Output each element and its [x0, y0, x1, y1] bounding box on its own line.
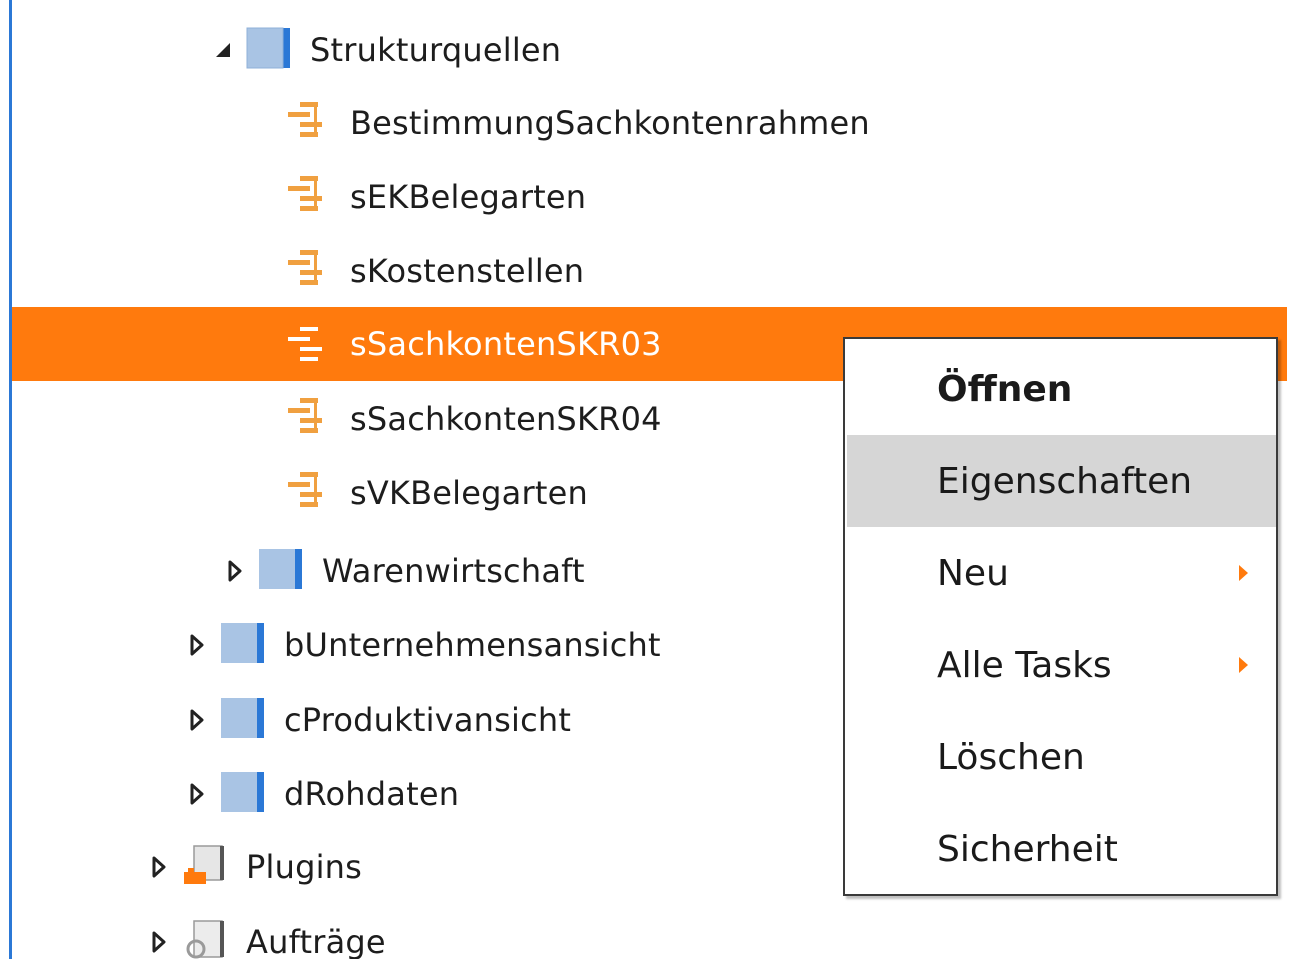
menu-item-loeschen[interactable]: Löschen [847, 711, 1276, 803]
menu-item-label: Sicherheit [937, 828, 1118, 870]
plugin-icon [182, 842, 228, 892]
tree-item-label: sKostenstellen [350, 252, 585, 290]
jobs-icon [182, 917, 228, 959]
tree-item-bestimmungsachkontenrahmen[interactable]: BestimmungSachkontenrahmen [12, 86, 1287, 160]
tree-item-label: sEKBelegarten [350, 178, 587, 216]
menu-item-label: Alle Tasks [937, 644, 1112, 686]
folder-icon [220, 620, 266, 670]
context-menu: Öffnen Eigenschaften Neu Alle Tasks Lösc… [843, 337, 1278, 896]
tree-item-strukturquellen[interactable]: Strukturquellen [12, 13, 1287, 87]
menu-item-sicherheit[interactable]: Sicherheit [847, 803, 1276, 895]
expanded-triangle-icon[interactable] [210, 30, 236, 70]
tree-item-skostenstellen[interactable]: sKostenstellen [12, 234, 1287, 308]
tree-item-label: Aufträge [246, 923, 386, 959]
tree-item-label: dRohdaten [284, 775, 460, 813]
folder-icon [220, 769, 266, 819]
tree-item-label: BestimmungSachkontenrahmen [350, 104, 870, 142]
collapsed-triangle-icon[interactable] [184, 625, 210, 665]
menu-item-label: Neu [937, 552, 1009, 594]
folder-icon [258, 546, 304, 596]
tree-item-label: sSachkontenSKR04 [350, 400, 662, 438]
structure-source-icon [286, 468, 332, 518]
menu-item-label: Öffnen [937, 368, 1073, 410]
tree-panel: Strukturquellen BestimmungSachkontenrahm… [0, 0, 1312, 959]
tree-item-label: bUnternehmensansicht [284, 626, 661, 664]
menu-item-eigenschaften[interactable]: Eigenschaften [847, 435, 1276, 527]
structure-source-icon [286, 394, 332, 444]
folder-icon [246, 25, 292, 75]
menu-item-label: Löschen [937, 736, 1085, 778]
tree-item-label: Strukturquellen [310, 31, 562, 69]
collapsed-triangle-icon[interactable] [184, 774, 210, 814]
tree-item-label: Warenwirtschaft [322, 552, 585, 590]
tree-item-label: cProduktivansicht [284, 701, 572, 739]
structure-source-icon [286, 98, 332, 148]
structure-source-icon [286, 246, 332, 296]
tree-item-auftraege[interactable]: Aufträge [12, 905, 1287, 959]
structure-source-icon [286, 319, 332, 369]
collapsed-triangle-icon[interactable] [146, 847, 172, 887]
submenu-arrow-icon [1239, 565, 1248, 581]
menu-item-alle-tasks[interactable]: Alle Tasks [847, 619, 1276, 711]
menu-item-neu[interactable]: Neu [847, 527, 1276, 619]
submenu-arrow-icon [1239, 657, 1248, 673]
structure-source-icon [286, 172, 332, 222]
tree-item-sekbelegarten[interactable]: sEKBelegarten [12, 160, 1287, 234]
menu-item-oeffnen[interactable]: Öffnen [847, 343, 1276, 435]
collapsed-triangle-icon[interactable] [146, 922, 172, 959]
collapsed-triangle-icon[interactable] [184, 700, 210, 740]
tree-item-label: Plugins [246, 848, 363, 886]
tree-item-label: sVKBelegarten [350, 474, 588, 512]
menu-item-label: Eigenschaften [937, 460, 1193, 502]
tree-item-label: sSachkontenSKR03 [350, 325, 662, 363]
folder-icon [220, 695, 266, 745]
collapsed-triangle-icon[interactable] [222, 551, 248, 591]
